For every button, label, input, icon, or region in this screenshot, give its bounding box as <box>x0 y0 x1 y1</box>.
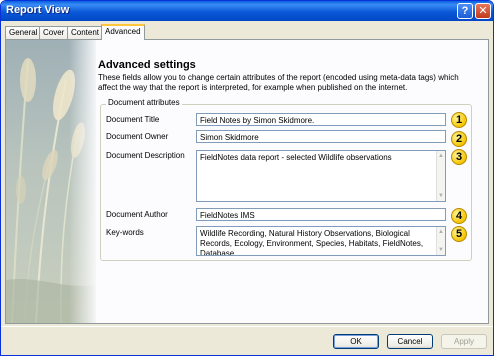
document-owner-label: Document Owner <box>106 132 169 141</box>
tab-cover[interactable]: Cover <box>39 26 69 39</box>
question-mark-icon: ? <box>461 5 469 17</box>
document-title-label: Document Title <box>106 115 160 124</box>
tab-content[interactable]: Content <box>67 26 104 39</box>
keywords-scrollbar[interactable]: ▲ ▼ <box>436 227 445 255</box>
apply-button[interactable]: Apply <box>441 334 487 349</box>
separator <box>1 326 493 327</box>
keywords-label: Key-words <box>106 228 144 237</box>
keywords-field[interactable]: Wildlife Recording, Natural History Obse… <box>196 226 446 256</box>
ok-button[interactable]: OK <box>333 334 379 349</box>
document-author-field[interactable]: FieldNotes IMS <box>196 208 446 221</box>
tab-general[interactable]: General <box>5 26 42 39</box>
close-button[interactable]: ✕ <box>475 3 491 19</box>
callout-marker-3: 3 <box>451 149 467 165</box>
document-description-label: Document Description <box>106 151 185 160</box>
keywords-text: Wildlife Recording, Natural History Obse… <box>200 229 424 256</box>
panel-description: These fields allow you to change certain… <box>98 73 459 92</box>
document-description-text: FieldNotes data report - selected Wildli… <box>200 153 392 162</box>
cancel-button[interactable]: Cancel <box>387 334 433 349</box>
document-description-field[interactable]: FieldNotes data report - selected Wildli… <box>196 150 446 202</box>
scroll-up-arrow-icon[interactable]: ▲ <box>437 228 445 236</box>
document-title-field[interactable]: Field Notes by Simon Skidmore. <box>196 113 446 126</box>
callout-marker-5: 5 <box>451 226 467 242</box>
report-view-window: Report View ? ✕ General Cover Content Ad… <box>0 0 494 356</box>
group-label: Document attributes <box>106 98 182 107</box>
document-author-label: Document Author <box>106 210 168 219</box>
title-bar[interactable]: Report View ? ✕ <box>1 1 493 21</box>
advanced-tab-panel: Advanced settings These fields allow you… <box>5 39 489 324</box>
scroll-down-arrow-icon[interactable]: ▼ <box>437 246 445 254</box>
window-title: Report View <box>6 4 70 16</box>
document-owner-field[interactable]: Simon Skidmore <box>196 130 446 143</box>
panel-heading: Advanced settings <box>98 59 196 71</box>
scroll-down-arrow-icon[interactable]: ▼ <box>437 192 445 200</box>
callout-marker-4: 4 <box>451 208 467 224</box>
tab-advanced[interactable]: Advanced <box>101 24 145 40</box>
callout-marker-2: 2 <box>451 131 467 147</box>
help-button[interactable]: ? <box>457 3 473 19</box>
scroll-up-arrow-icon[interactable]: ▲ <box>437 152 445 160</box>
grass-seedheads-image <box>6 40 96 323</box>
callout-marker-1: 1 <box>451 112 467 128</box>
description-scrollbar[interactable]: ▲ ▼ <box>436 151 445 201</box>
close-x-icon: ✕ <box>478 5 488 17</box>
